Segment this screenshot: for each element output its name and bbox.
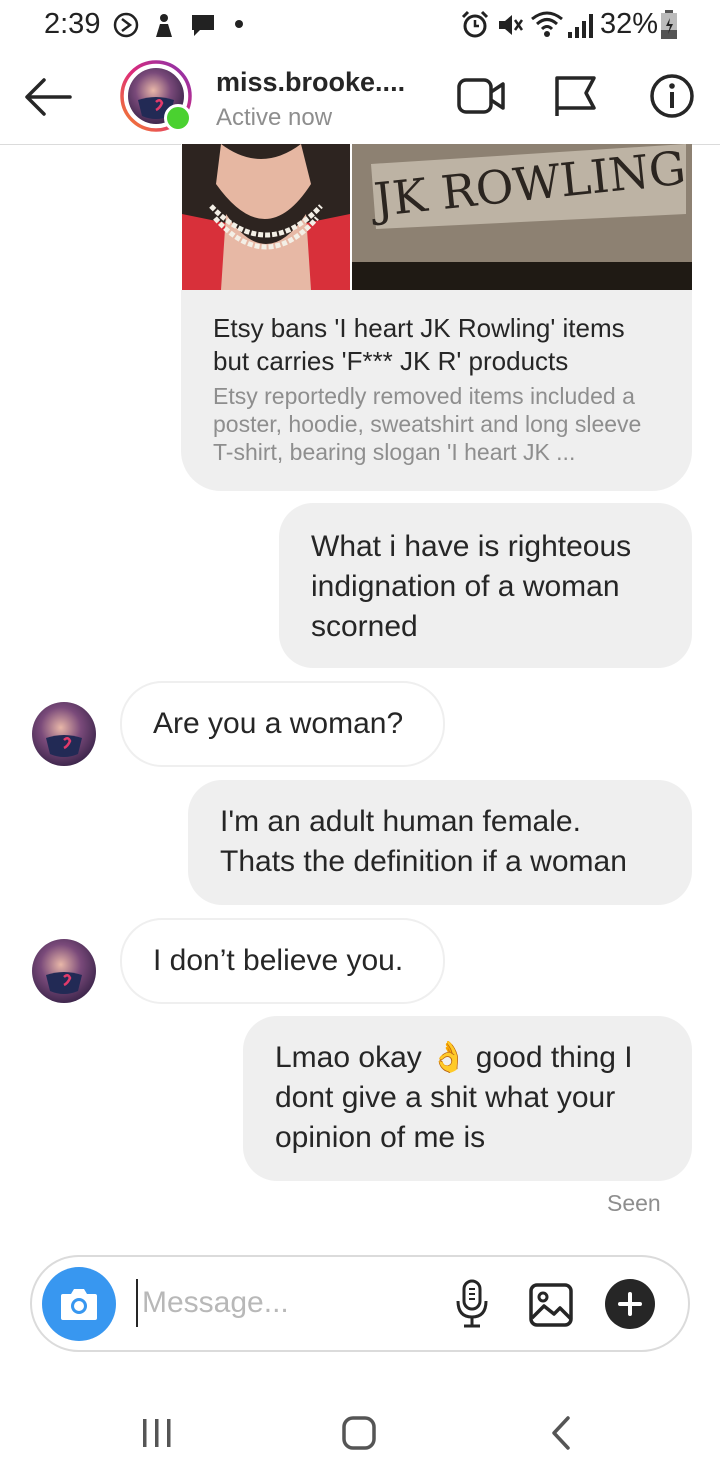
plus-button[interactable] [605, 1279, 655, 1329]
back-arrow-icon[interactable] [22, 75, 74, 119]
status-time: 2:39 [44, 8, 101, 40]
gallery-icon[interactable] [528, 1282, 574, 1328]
active-status: Active now [216, 104, 333, 131]
alarm-icon [461, 10, 489, 38]
camera-button[interactable] [42, 1267, 116, 1341]
notification-icon [156, 14, 172, 37]
back-icon[interactable] [546, 1414, 576, 1452]
sender-avatar[interactable] [32, 939, 96, 1003]
wifi-icon [531, 11, 563, 37]
battery-percent: 32% [600, 8, 659, 40]
info-icon[interactable] [648, 72, 696, 120]
home-icon[interactable] [340, 1414, 378, 1452]
chat-header: miss.brooke.... Active now [0, 50, 720, 145]
battery-icon [661, 10, 677, 39]
message-incoming[interactable]: I don’t believe you. [120, 918, 445, 1004]
recent-apps-icon[interactable] [140, 1416, 174, 1450]
message-incoming[interactable]: Are you a woman? [120, 681, 445, 767]
sender-avatar[interactable] [32, 702, 96, 766]
message-text: I'm an adult human female. Thats the def… [220, 805, 627, 878]
message-text: Lmao okay 👌 good thing I dont give a shi… [275, 1041, 633, 1154]
chat-notification-icon [192, 15, 214, 36]
dot-icon [235, 20, 243, 28]
shared-link-card[interactable]: JK ROWLING Etsy bans 'I heart JK Rowling… [181, 144, 692, 491]
message-text: I don’t believe you. [153, 944, 404, 977]
link-title: Etsy bans 'I heart JK Rowling' items but… [213, 313, 625, 376]
plus-icon [618, 1292, 642, 1316]
online-indicator [164, 104, 192, 132]
seen-receipt: Seen [607, 1190, 661, 1216]
camera-icon [61, 1289, 97, 1320]
microphone-icon[interactable] [454, 1279, 490, 1329]
mute-icon [499, 15, 524, 35]
avatar[interactable] [120, 60, 192, 132]
chat-username[interactable]: miss.brooke.... [216, 67, 405, 98]
android-nav-bar [0, 1380, 720, 1480]
signal-icon [568, 14, 593, 38]
message-input[interactable] [136, 1279, 432, 1327]
status-bar: 2:39 32% [0, 0, 720, 50]
message-text: Are you a woman? [153, 707, 404, 740]
link-description: Etsy reportedly removed items included a… [213, 383, 642, 465]
video-call-icon[interactable] [456, 76, 508, 116]
message-outgoing[interactable]: What i have is righteous indignation of … [279, 503, 692, 668]
message-composer [30, 1255, 690, 1352]
message-outgoing[interactable]: Lmao okay 👌 good thing I dont give a shi… [243, 1016, 692, 1181]
message-text: What i have is righteous indignation of … [311, 530, 632, 643]
data-saver-icon [113, 12, 139, 38]
flag-icon[interactable] [552, 74, 600, 118]
message-outgoing[interactable]: I'm an adult human female. Thats the def… [188, 780, 692, 905]
link-preview-image: JK ROWLING [181, 144, 692, 290]
